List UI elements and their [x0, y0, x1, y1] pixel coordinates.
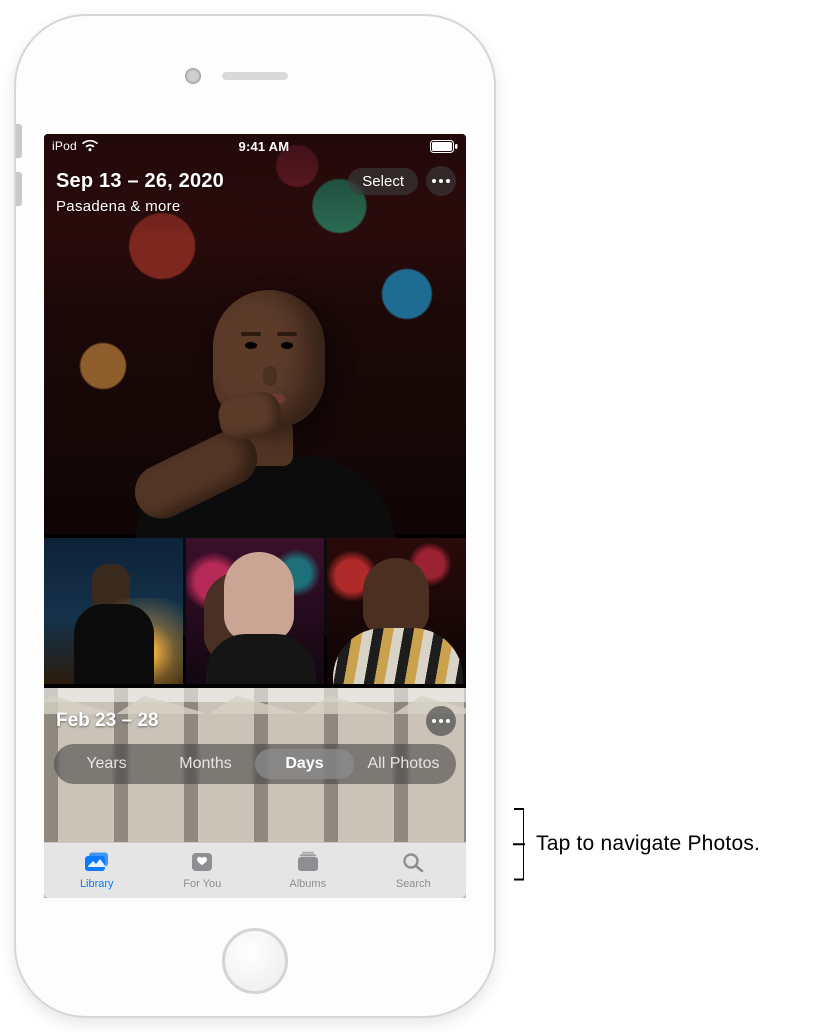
tab-albums[interactable]: Albums — [255, 843, 361, 898]
view-scope-switcher: Years Months Days All Photos — [54, 744, 456, 784]
photo-thumbnail[interactable] — [44, 538, 183, 684]
wifi-icon — [82, 140, 98, 152]
tab-label: Library — [80, 878, 114, 890]
callout-bracket — [504, 808, 524, 880]
tab-bar: Library For You Albums Search — [44, 842, 466, 898]
speaker-grill — [222, 72, 288, 80]
tab-library[interactable]: Library — [44, 843, 150, 898]
ellipsis-icon — [432, 179, 436, 183]
hero-photo-subject — [95, 272, 415, 572]
for-you-icon — [188, 851, 216, 876]
tab-search[interactable]: Search — [361, 843, 467, 898]
screen: iPod 9:41 AM Sep 13 – 26, 2020 — [44, 134, 466, 898]
next-section[interactable]: Feb 23 – 28 Years Months Days All Photos — [44, 688, 466, 842]
home-button[interactable] — [222, 928, 288, 994]
library-icon — [83, 851, 111, 876]
tab-label: For You — [183, 878, 221, 890]
carrier-label: iPod — [52, 139, 77, 153]
albums-icon — [294, 851, 322, 876]
search-icon — [399, 851, 427, 876]
battery-icon — [430, 140, 458, 153]
thumbnail-row — [44, 538, 466, 684]
scope-all-photos[interactable]: All Photos — [354, 749, 453, 779]
ellipsis-icon — [432, 719, 436, 723]
hero-location: Pasadena & more — [56, 198, 456, 215]
photo-thumbnail[interactable] — [186, 538, 325, 684]
photo-thumbnail[interactable] — [327, 538, 466, 684]
status-bar: iPod 9:41 AM — [44, 134, 466, 158]
scope-days[interactable]: Days — [255, 749, 354, 779]
front-camera — [185, 68, 201, 84]
hero-date-range: Sep 13 – 26, 2020 — [56, 170, 224, 193]
callout-text: Tap to navigate Photos. — [536, 832, 760, 856]
scope-years[interactable]: Years — [57, 749, 156, 779]
tab-label: Albums — [289, 878, 326, 890]
volume-up-button — [16, 124, 22, 158]
clock: 9:41 AM — [239, 139, 290, 154]
tab-label: Search — [396, 878, 431, 890]
volume-down-button — [16, 172, 22, 206]
section-more-button[interactable] — [426, 706, 456, 736]
annotation-callout: Tap to navigate Photos. — [504, 808, 760, 880]
device-frame: iPod 9:41 AM Sep 13 – 26, 2020 — [16, 16, 494, 1016]
select-button[interactable]: Select — [348, 168, 418, 195]
scope-months[interactable]: Months — [156, 749, 255, 779]
tab-for-you[interactable]: For You — [150, 843, 256, 898]
hero-header: Sep 13 – 26, 2020 Select Pasadena & more — [44, 160, 466, 215]
more-button[interactable] — [426, 166, 456, 196]
section-date-range: Feb 23 – 28 — [56, 710, 158, 732]
